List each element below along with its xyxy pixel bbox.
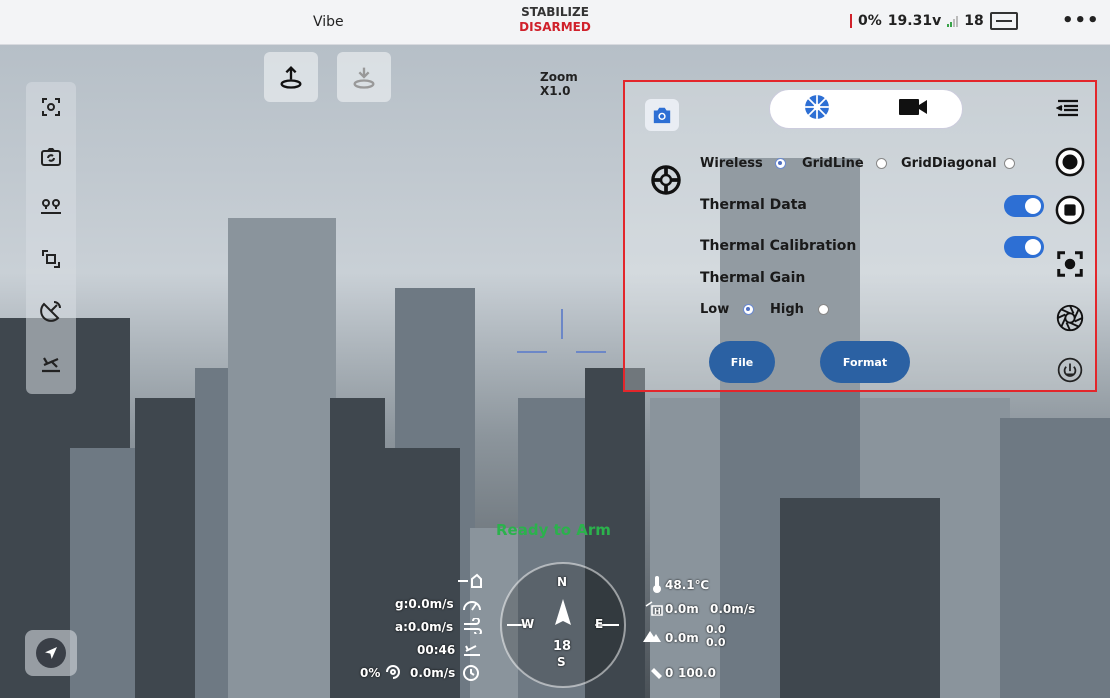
zoom-value: X1.0 [540,84,571,98]
file-button[interactable]: File [709,341,775,383]
flight-time-icon [462,641,482,660]
rc-status-icon [989,12,1018,30]
waypoint-icon[interactable] [34,190,68,224]
satellite-count: 18 [964,13,984,29]
zoom-label: Zoom [540,70,578,84]
battery-icon [850,14,852,28]
vehicle-status: 0% 19.31v 18 [850,12,1018,30]
gridline-label: GridLine [802,156,864,171]
altitude-icon [642,628,662,645]
compass-east: E [595,617,604,631]
ground-speed: g:0.0m/s [395,597,454,611]
satellite-dish-icon[interactable] [34,294,68,328]
home-icon [456,573,482,592]
clock-icon [462,664,480,685]
climb-rate: 0.0m/s [410,666,456,680]
flight-mode: STABILIZE [521,5,589,19]
throttle-icon [384,663,402,684]
send-button[interactable] [25,630,77,676]
wind-icon [462,617,482,637]
camera-tab[interactable] [645,99,679,131]
takeoff-icon [280,66,302,89]
aperture-icon[interactable] [804,94,830,124]
altitude-top: 0.0 [706,623,726,636]
signal-quality: 100.0 [678,666,716,680]
battery-percent: 0% [858,13,882,29]
focus-icon[interactable] [1054,248,1086,280]
gimbal-center-icon[interactable] [34,90,68,124]
thermal-gain-label: Thermal Gain [700,270,806,286]
send-icon [36,638,66,668]
wireless-radio[interactable] [775,158,786,169]
app-name: Vibe [313,14,344,30]
compass-west: W [521,617,535,631]
gimbal-wheel-icon[interactable] [650,164,682,196]
gain-low-radio[interactable] [743,304,754,315]
land-button[interactable] [337,52,391,102]
format-button[interactable]: Format [820,341,910,383]
flight-mode-indicator[interactable]: STABILIZE DISARMED [510,5,600,35]
status-message: Ready to Arm [496,521,611,539]
video-icon[interactable] [898,96,928,122]
crosshair-vertical [561,309,563,339]
camera-icon [653,107,671,124]
gain-high-radio[interactable] [818,304,829,315]
speedometer-icon [462,596,482,615]
heading-value: 18 [553,639,572,654]
thermal-calibration-toggle[interactable] [1004,236,1044,258]
gimbal-settings-icon[interactable] [1054,302,1086,334]
svg-text:H: H [654,607,661,616]
home-distance-icon: H [644,600,664,619]
griddiagonal-label: GridDiagonal [901,156,997,171]
compass: N S W E 18 [497,559,629,691]
compass-north: N [557,575,568,589]
signal-icon [947,15,959,27]
crop-icon[interactable] [34,242,68,276]
thermal-data-toggle[interactable] [1004,195,1044,217]
thermal-calibration-label: Thermal Calibration [700,238,857,254]
crosshair-horizontal [517,351,547,353]
griddiagonal-radio[interactable] [1004,158,1015,169]
power-icon[interactable] [1054,354,1086,386]
flight-time: 00:46 [417,643,456,657]
takeoff-plane-icon[interactable] [34,346,68,380]
collapse-menu-icon[interactable] [1052,92,1084,124]
takeoff-button[interactable] [264,52,318,102]
signal-rssi: 0 [665,666,674,680]
photo-video-switch[interactable] [769,89,963,129]
wireless-label: Wireless [700,156,763,171]
landing-icon [353,67,375,89]
zoom-indicator: Zoom X1.0 [540,70,578,98]
arm-state: DISARMED [519,20,591,34]
record-icon[interactable] [1054,146,1086,178]
gain-low-label: Low [700,302,730,317]
home-distance: 0.0m [665,602,699,616]
throttle: 0% [360,666,381,680]
stop-icon[interactable] [1054,194,1086,226]
crosshair-horizontal-right [576,351,606,353]
air-speed: a:0.0m/s [395,620,454,634]
top-status-bar: Vibe STABILIZE DISARMED 0% 19.31v 18 ••• [0,0,1110,45]
altitude: 0.0m [665,631,699,645]
camera-switch-icon[interactable] [34,140,68,174]
voltage: 19.31v [887,13,942,29]
temperature: 48.1℃ [665,578,710,592]
thermometer-icon [652,575,662,596]
thermal-data-label: Thermal Data [700,197,807,213]
gridline-radio[interactable] [876,158,887,169]
gain-high-label: High [770,302,804,317]
compass-south: S [557,655,566,669]
left-toolbar [26,82,76,394]
more-menu-button[interactable]: ••• [1062,10,1100,31]
satellite-icon [646,666,664,685]
altitude-bottom: 0.0 [706,636,726,649]
home-speed: 0.0m/s [710,602,756,616]
